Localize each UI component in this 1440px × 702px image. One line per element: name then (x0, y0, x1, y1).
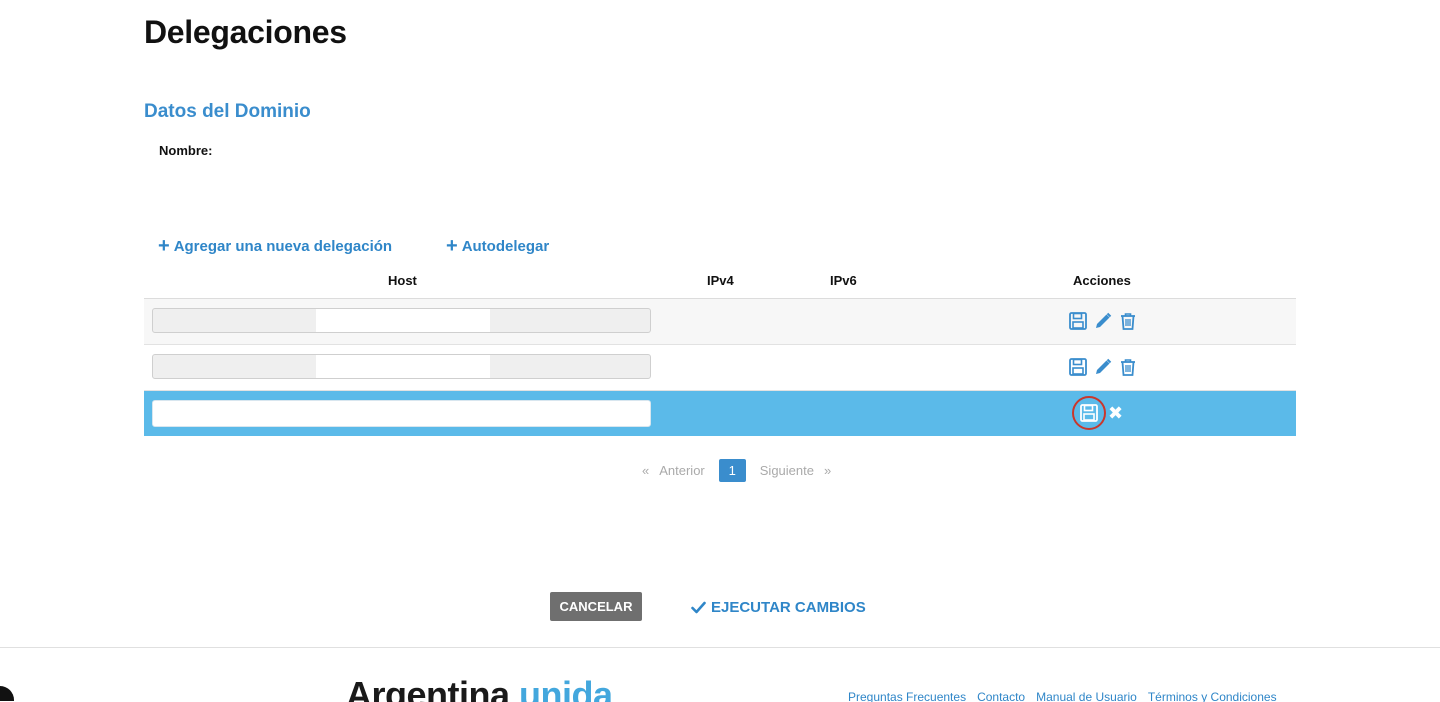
pagination-next-arrow[interactable]: » (824, 463, 831, 478)
add-delegation-label: Agregar una nueva delegación (173, 237, 393, 255)
row-actions (1068, 357, 1138, 377)
pencil-icon[interactable] (1093, 357, 1113, 377)
nombre-label: Nombre: (159, 143, 213, 158)
close-icon[interactable]: ✖ (1108, 404, 1123, 422)
check-icon (691, 601, 706, 614)
footer-link-manual[interactable]: Manual de Usuario (1036, 690, 1137, 702)
footer: Argentina unida Preguntas Frecuentes Con… (0, 647, 1440, 702)
table-row-editing: ✖ (144, 391, 1296, 436)
plus-icon: + (446, 235, 458, 257)
column-header-host: Host (388, 273, 417, 288)
footer-link-terms[interactable]: Términos y Condiciones (1148, 690, 1277, 702)
column-header-ipv6: IPv6 (830, 273, 857, 288)
cancel-button[interactable]: CANCELAR (550, 592, 642, 621)
add-delegation-link[interactable]: + Agregar una nueva delegación (158, 235, 393, 257)
floppy-disk-icon[interactable] (1068, 357, 1088, 377)
logo-text-unida: unida (519, 674, 613, 702)
host-input[interactable] (152, 308, 651, 333)
pencil-icon[interactable] (1093, 311, 1113, 331)
save-button[interactable] (1072, 396, 1106, 430)
row-actions (1068, 311, 1138, 331)
footer-link-faq[interactable]: Preguntas Frecuentes (848, 690, 966, 702)
autodelegate-label: Autodelegar (461, 237, 550, 255)
table-row (144, 345, 1296, 391)
section-title-datos-dominio: Datos del Dominio (144, 101, 311, 122)
table-row (144, 299, 1296, 345)
trash-icon[interactable] (1118, 357, 1138, 377)
pagination-next[interactable]: Siguiente (760, 463, 814, 478)
pagination-prev-arrow[interactable]: « (642, 463, 649, 478)
autodelegate-link[interactable]: + Autodelegar (446, 235, 550, 257)
host-input[interactable] (152, 354, 651, 379)
column-header-acciones: Acciones (1073, 273, 1131, 288)
plus-icon: + (158, 235, 170, 257)
footer-links: Preguntas Frecuentes Contacto Manual de … (848, 690, 1277, 702)
floppy-disk-icon[interactable] (1068, 311, 1088, 331)
floppy-disk-icon (1080, 404, 1098, 422)
column-header-ipv4: IPv4 (707, 273, 734, 288)
trash-icon[interactable] (1118, 311, 1138, 331)
page-title: Delegaciones (144, 14, 347, 50)
execute-changes-label: EJECUTAR CAMBIOS (711, 599, 866, 616)
pagination-page-current[interactable]: 1 (718, 459, 746, 482)
logo-text-argentina: Argentina (346, 674, 510, 702)
pagination-prev[interactable]: Anterior (659, 463, 705, 478)
pagination: « Anterior 1 Siguiente » (642, 459, 831, 482)
footer-logo: Argentina unida (346, 674, 613, 702)
host-input-new[interactable] (152, 400, 651, 427)
table-header: Host IPv4 IPv6 Acciones (144, 262, 1296, 300)
footer-link-contact[interactable]: Contacto (977, 690, 1025, 702)
row-actions-editing: ✖ (1072, 396, 1123, 430)
execute-changes-button[interactable]: EJECUTAR CAMBIOS (691, 599, 866, 616)
